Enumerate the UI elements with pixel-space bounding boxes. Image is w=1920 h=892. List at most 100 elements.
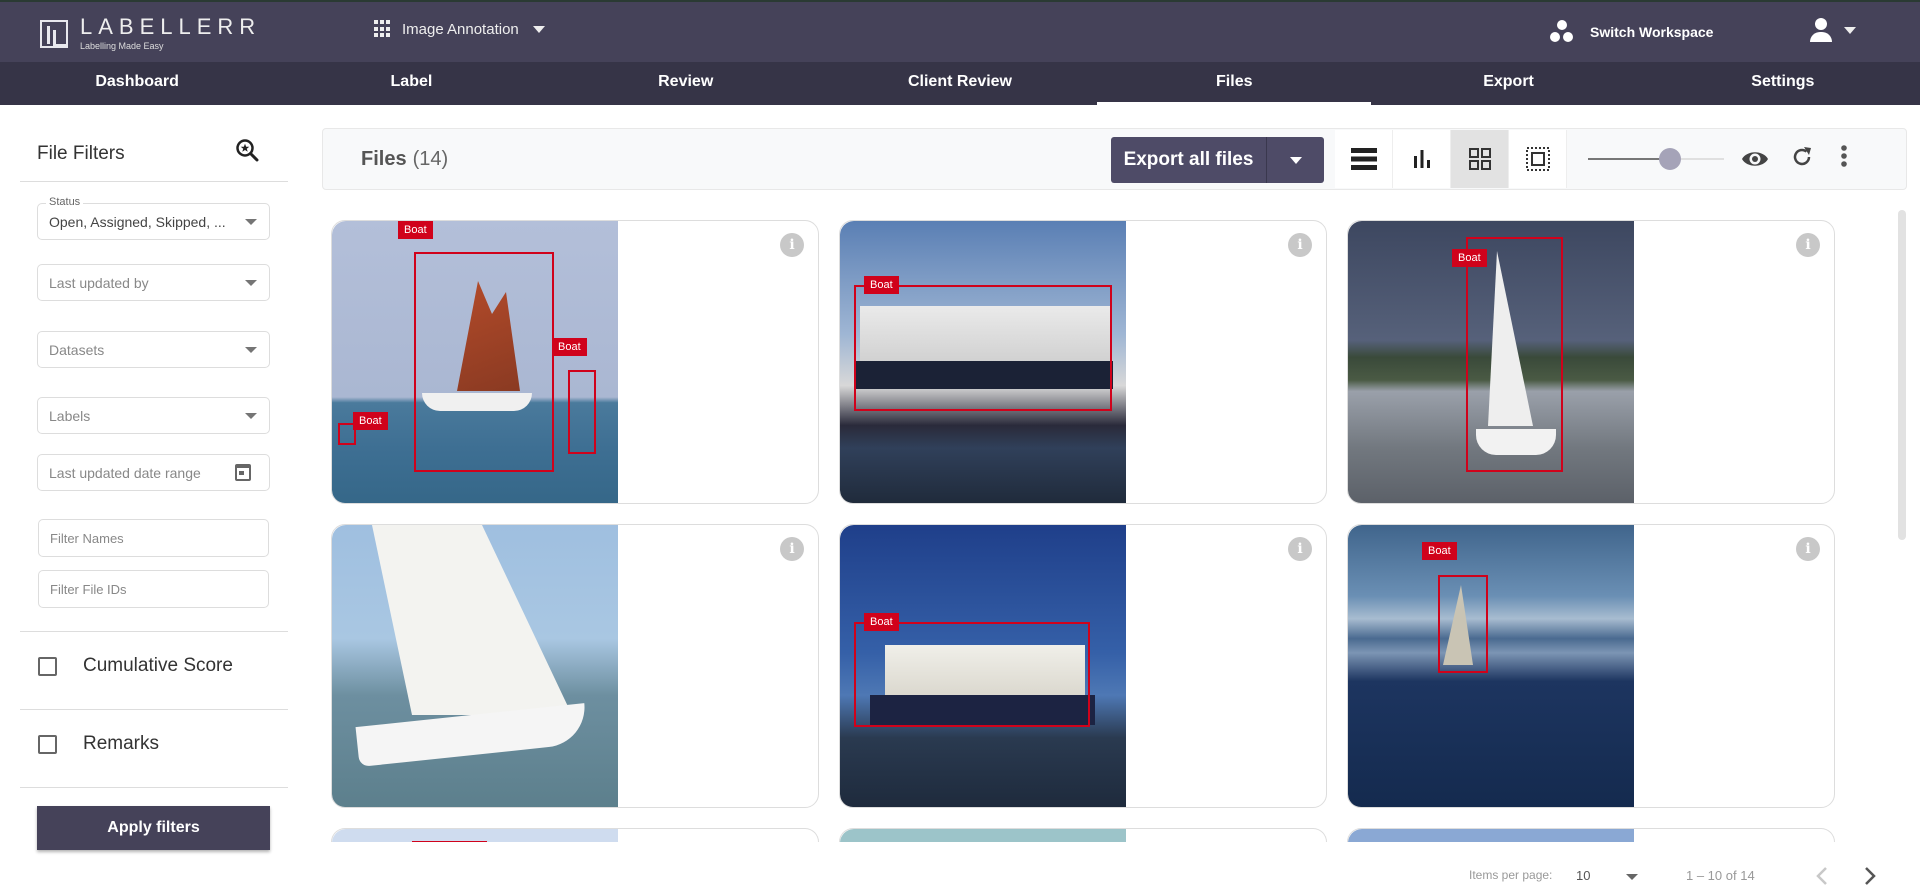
annotation-label: Boat — [398, 221, 433, 239]
file-card[interactable]: Boat Boat Boat i — [331, 220, 819, 504]
checkbox-icon[interactable] — [38, 734, 57, 754]
bounding-box[interactable] — [414, 252, 554, 472]
file-thumbnail — [1348, 829, 1634, 842]
info-icon[interactable]: i — [1288, 537, 1312, 561]
status-value: Open, Assigned, Skipped, ... — [49, 214, 226, 230]
nav-tab-export[interactable]: Export — [1371, 62, 1645, 105]
search-filter-icon[interactable] — [234, 137, 262, 165]
bounding-box[interactable] — [412, 841, 487, 842]
next-page-icon[interactable] — [1864, 866, 1876, 886]
app-switcher[interactable]: Image Annotation — [374, 20, 545, 38]
user-icon — [1810, 18, 1832, 42]
files-title: Files — [361, 148, 407, 170]
file-card[interactable]: Boat i — [1347, 524, 1835, 808]
dropdown-arrow-icon — [245, 413, 257, 419]
calendar-icon[interactable] — [235, 464, 251, 481]
chart-view-button[interactable] — [1393, 130, 1451, 188]
zoom-slider-fill — [1588, 158, 1670, 160]
bounding-box[interactable] — [854, 285, 1112, 411]
last-updated-by-select[interactable]: Last updated by — [37, 264, 270, 301]
nav-tab-files[interactable]: Files — [1097, 62, 1372, 105]
divider — [20, 787, 288, 788]
cumulative-score-checkbox[interactable]: Cumulative Score — [38, 655, 233, 677]
info-icon[interactable]: i — [1288, 233, 1312, 257]
export-options-toggle[interactable] — [1267, 137, 1324, 183]
apps-grid-icon — [374, 20, 392, 38]
divider — [20, 181, 288, 182]
user-menu[interactable] — [1810, 18, 1856, 42]
file-thumbnail: Boat Boat Boat — [332, 221, 618, 503]
switch-workspace-label: Switch Workspace — [1590, 24, 1714, 40]
datasets-select[interactable]: Datasets — [37, 331, 270, 368]
file-thumbnail: Boat — [1348, 221, 1634, 503]
zoom-slider-thumb[interactable] — [1658, 148, 1681, 170]
bounding-box[interactable] — [854, 622, 1090, 727]
logo-icon — [40, 19, 68, 48]
files-toolbar: Files (14) Export all files — [322, 128, 1907, 190]
list-view-button[interactable] — [1335, 130, 1393, 188]
date-range-picker[interactable]: Last updated date range — [37, 454, 270, 491]
info-icon[interactable]: i — [780, 537, 804, 561]
scrollbar[interactable] — [1898, 210, 1906, 540]
dropdown-arrow-icon — [245, 219, 257, 225]
eye-icon[interactable] — [1741, 148, 1769, 170]
chevron-down-icon — [1844, 26, 1856, 34]
export-all-files-button[interactable]: Export all files — [1111, 137, 1324, 183]
labels-placeholder: Labels — [49, 408, 91, 424]
select-all-icon — [1525, 147, 1550, 171]
view-mode-group — [1335, 130, 1567, 188]
file-card[interactable]: i — [331, 524, 819, 808]
datasets-placeholder: Datasets — [49, 342, 105, 358]
chevron-down-icon — [1289, 156, 1302, 164]
divider — [20, 709, 288, 710]
bounding-box[interactable] — [1466, 237, 1563, 472]
brand-logo[interactable]: LABELLERR Labelling Made Easy — [40, 16, 261, 51]
export-all-files-label[interactable]: Export all files — [1111, 137, 1267, 183]
zoom-slider[interactable] — [1588, 148, 1724, 170]
nav-tab-review[interactable]: Review — [549, 62, 823, 105]
main-nav: Dashboard Label Review Client Review Fil… — [0, 62, 1920, 105]
more-options-icon[interactable] — [1840, 144, 1848, 170]
remarks-checkbox[interactable]: Remarks — [38, 733, 159, 755]
refresh-icon[interactable] — [1790, 145, 1814, 169]
remarks-label: Remarks — [83, 733, 160, 754]
file-card[interactable] — [839, 828, 1327, 842]
checkbox-icon[interactable] — [38, 656, 57, 676]
focus-view-button[interactable] — [1509, 130, 1567, 188]
file-card[interactable]: Boat i — [839, 220, 1327, 504]
nav-tab-label[interactable]: Label — [274, 62, 548, 105]
bounding-box[interactable] — [568, 370, 596, 454]
cumulative-score-label: Cumulative Score — [83, 655, 233, 676]
nav-tab-dashboard[interactable]: Dashboard — [0, 62, 274, 105]
previous-page-icon[interactable] — [1816, 866, 1828, 886]
app-switcher-label: Image Annotation — [402, 20, 519, 38]
last-updated-by-placeholder: Last updated by — [49, 275, 149, 291]
page-range: 1 – 10 of 14 — [1686, 868, 1755, 883]
grid-view-button[interactable] — [1451, 130, 1509, 188]
file-card[interactable] — [331, 828, 819, 842]
file-card[interactable] — [1347, 828, 1835, 842]
file-card[interactable]: Boat i — [1347, 220, 1835, 504]
brand-tagline: Labelling Made Easy — [80, 41, 164, 51]
file-card[interactable]: Boat i — [839, 524, 1327, 808]
switch-workspace-button[interactable]: Switch Workspace — [1548, 20, 1713, 44]
info-icon[interactable]: i — [1796, 537, 1820, 561]
filter-file-ids-input[interactable] — [38, 570, 269, 608]
date-range-placeholder: Last updated date range — [49, 465, 201, 481]
files-count: (14) — [412, 148, 449, 170]
status-select[interactable]: Status Open, Assigned, Skipped, ... — [37, 196, 270, 240]
annotation-label: Boat — [1422, 542, 1457, 560]
filter-names-input[interactable] — [38, 519, 269, 557]
info-icon[interactable]: i — [780, 233, 804, 257]
items-per-page-select[interactable]: 10 — [1576, 868, 1590, 883]
brand-name: LABELLERR — [80, 14, 262, 39]
info-icon[interactable]: i — [1796, 233, 1820, 257]
bounding-box[interactable] — [1438, 575, 1488, 673]
nav-tab-settings[interactable]: Settings — [1646, 62, 1920, 105]
dropdown-arrow-icon — [245, 347, 257, 353]
apply-filters-button[interactable]: Apply filters — [37, 806, 270, 850]
dropdown-arrow-icon[interactable] — [1626, 874, 1638, 880]
nav-tab-client-review[interactable]: Client Review — [823, 62, 1097, 105]
labels-select[interactable]: Labels — [37, 397, 270, 434]
annotation-label: Boat — [1452, 249, 1487, 267]
